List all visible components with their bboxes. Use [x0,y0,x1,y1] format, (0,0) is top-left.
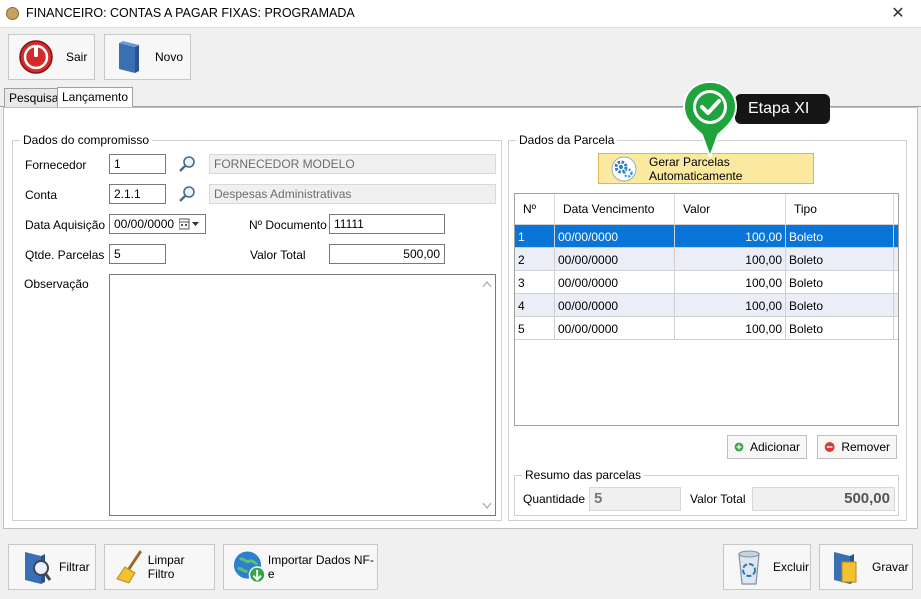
cell-vencimento: 00/00/0000 [555,248,675,270]
new-document-icon [115,39,143,75]
importar-nfe-button[interactable]: Importar Dados NF-e [223,544,378,590]
adicionar-button[interactable]: Adicionar [727,435,807,459]
quantidade-label: Quantidade [523,492,586,506]
filter-icon [25,552,52,584]
compromisso-legend: Dados do compromisso [23,133,150,147]
cell-num: 4 [515,294,555,316]
etapa-callout-label: Etapa XI [735,94,830,124]
data-aquisicao-value: 00/00/0000 [114,217,175,231]
conta-label: Conta [25,188,58,202]
filtrar-button[interactable]: Filtrar [8,544,96,590]
col-header-tipo[interactable]: Tipo [786,194,894,224]
search-icon [179,156,195,172]
cell-vencimento: 00/00/0000 [555,294,675,316]
observacao-label: Observação [24,277,89,291]
col-header-num[interactable]: Nº [515,194,555,224]
sair-button[interactable]: Sair [8,34,95,80]
parcela-legend: Dados da Parcela [519,133,615,147]
limpar-filtro-button[interactable]: Limpar Filtro [104,544,215,590]
conta-search-button[interactable] [171,184,203,204]
recycle-bin-icon [738,550,760,585]
parcelas-label: Qtde. Parcelas [25,248,105,262]
checkmark-pin-icon [680,79,740,161]
gravar-button[interactable]: Gravar [819,544,913,590]
cell-num: 5 [515,317,555,339]
fornecedor-label: Fornecedor [25,158,87,172]
importar-nfe-label: Importar Dados NF-e [267,553,374,581]
table-row[interactable]: 3 00/00/0000 100,00 Boleto [515,271,898,294]
resumo-legend: Resumo das parcelas [525,468,642,482]
cell-valor: 100,00 [675,317,786,339]
remove-icon [824,442,835,452]
tab-pesquisa[interactable]: Pesquisa [4,88,64,107]
fornecedor-search-button[interactable] [171,154,203,174]
conta-name-field: Despesas Administrativas [209,184,496,204]
power-icon [18,39,54,75]
cell-tipo: Boleto [786,271,894,293]
calendar-dropdown-icon[interactable] [178,218,201,231]
broom-icon [116,550,143,584]
cell-num: 3 [515,271,555,293]
gravar-label: Gravar [872,560,909,574]
cell-tipo: Boleto [786,248,894,270]
data-aquisicao-label: Data Aquisição [25,218,106,232]
valor-total-input[interactable]: 500,00 [329,244,445,264]
tab-lancamento[interactable]: Lançamento [57,87,134,108]
table-row[interactable]: 2 00/00/0000 100,00 Boleto [515,248,898,271]
remover-label: Remover [841,440,890,454]
parcelas-input[interactable]: 5 [109,244,166,264]
gears-icon [611,156,637,182]
table-row[interactable]: 4 00/00/0000 100,00 Boleto [515,294,898,317]
close-icon[interactable]: ✕ [880,2,916,26]
cell-vencimento: 00/00/0000 [555,225,675,247]
app-icon [6,7,19,20]
observacao-textarea[interactable] [109,274,496,516]
grid-header: Nº Data Vencimento Valor Tipo [515,194,898,225]
col-header-valor[interactable]: Valor [675,194,786,224]
table-row[interactable]: 5 00/00/0000 100,00 Boleto [515,317,898,340]
cell-vencimento: 00/00/0000 [555,271,675,293]
novo-label: Novo [155,50,184,64]
fornecedor-name-field: FORNECEDOR MODELO [209,154,496,174]
cell-tipo: Boleto [786,225,894,247]
quantidade-field: 5 [589,487,681,511]
filtrar-label: Filtrar [59,560,90,574]
cell-valor: 100,00 [675,225,786,247]
add-icon [734,442,744,452]
documento-input[interactable]: 11111 [329,214,445,234]
cell-tipo: Boleto [786,294,894,316]
limpar-filtro-label: Limpar Filtro [147,553,185,581]
remover-button[interactable]: Remover [817,435,897,459]
window-title: FINANCEIRO: CONTAS A PAGAR FIXAS: PROGRA… [26,6,355,20]
cell-tipo: Boleto [786,317,894,339]
observacao-scrollbar[interactable] [479,275,495,515]
cell-num: 2 [515,248,555,270]
excluir-label: Excluir [773,560,810,574]
cell-num: 1 [515,225,555,247]
bottom-toolbar: Filtrar Limpar Filtro Importar Dados NF-… [0,533,921,599]
documento-label: Nº Documento [249,218,327,232]
conta-code-input[interactable]: 2.1.1 [109,184,166,204]
adicionar-label: Adicionar [749,440,800,454]
valor-total-label: Valor Total [250,248,306,262]
parcelas-grid: Nº Data Vencimento Valor Tipo 1 00/00/00… [514,193,899,426]
globe-download-icon [233,551,266,584]
save-book-icon [834,552,857,584]
resumo-total-field: 500,00 [752,487,895,511]
novo-button[interactable]: Novo [104,34,191,80]
fornecedor-code-input[interactable]: 1 [109,154,166,174]
title-bar: FINANCEIRO: CONTAS A PAGAR FIXAS: PROGRA… [0,0,921,28]
cell-vencimento: 00/00/0000 [555,317,675,339]
toolbar: Sair Novo [0,28,921,86]
cell-valor: 100,00 [675,248,786,270]
resumo-total-label: Valor Total [690,492,746,506]
cell-valor: 100,00 [675,271,786,293]
sair-label: Sair [66,50,88,64]
cell-valor: 100,00 [675,294,786,316]
col-header-vencimento[interactable]: Data Vencimento [555,194,675,224]
table-row[interactable]: 1 00/00/0000 100,00 Boleto [515,225,898,248]
excluir-button[interactable]: Excluir [723,544,811,590]
search-icon [179,186,195,202]
